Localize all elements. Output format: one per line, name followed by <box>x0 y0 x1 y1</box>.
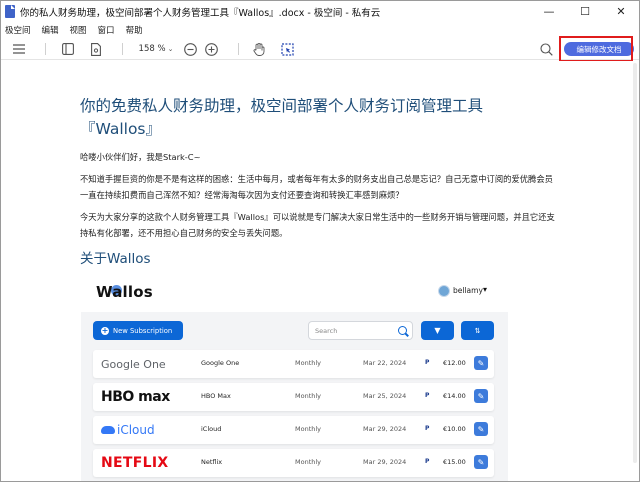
wallos-header: Wallos bellamy ▾ <box>81 274 508 312</box>
subscription-name: Google One <box>201 359 240 367</box>
wallos-search-box: Search <box>308 321 413 340</box>
brand-logo-google-one: Google One <box>101 355 181 373</box>
sidebar-icon[interactable] <box>59 40 77 58</box>
menu-item-help[interactable]: 帮助 <box>126 24 143 36</box>
caret-down-icon: ▾ <box>483 285 488 294</box>
paypal-icon: P <box>425 458 430 465</box>
wallos-logo: Wallos <box>96 283 153 301</box>
subscription-date: Mar 29, 2024 <box>363 425 407 433</box>
chevron-down-icon: ⌄ <box>167 45 174 53</box>
zoom-in-icon[interactable] <box>203 40 219 58</box>
filter-button: ▼ <box>421 321 454 340</box>
brand-text: HBO max <box>101 389 170 405</box>
subscription-date: Mar 22, 2024 <box>363 359 407 367</box>
minimize-button[interactable]: — <box>531 1 567 22</box>
zoom-level: 158 % <box>138 44 166 54</box>
toolbar-divider <box>45 43 46 55</box>
cloud-icon <box>101 426 115 434</box>
paypal-icon: P <box>425 392 430 399</box>
edit-icon: ✎ <box>474 356 488 370</box>
brand-logo-netflix: NETFLIX <box>101 454 181 472</box>
greeting-paragraph: 哈喽小伙伴们好，我是Stark-C~ <box>80 152 201 162</box>
brand-text: NETFLIX <box>101 455 169 471</box>
document-app-icon <box>5 5 15 18</box>
search-placeholder: Search <box>315 326 338 335</box>
edit-icon: ✎ <box>474 389 488 403</box>
menu-item-view[interactable]: 视图 <box>70 24 87 36</box>
search-icon <box>398 326 407 335</box>
filter-icon: ▼ <box>434 326 441 335</box>
subscription-date: Mar 25, 2024 <box>363 392 407 400</box>
subscription-name: HBO Max <box>201 392 231 400</box>
subscription-row: HBO max HBO Max Monthly Mar 25, 2024 P €… <box>93 383 494 411</box>
subscription-date: Mar 29, 2024 <box>363 458 407 466</box>
zoom-select[interactable]: 158 % ⌄ <box>137 40 175 58</box>
select-icon[interactable] <box>279 40 295 58</box>
subscription-price: €15.00 <box>443 458 466 466</box>
plus-icon: + <box>101 325 109 335</box>
avatar <box>438 285 450 297</box>
scrollbar[interactable] <box>633 63 637 463</box>
title-bar: 你的私人财务助理，极空间部署个人财务管理工具『Wallos』.docx - 极空… <box>1 1 639 22</box>
subscription-price: €10.00 <box>443 425 466 433</box>
window-title: 你的私人财务助理，极空间部署个人财务管理工具『Wallos』.docx - 极空… <box>20 7 381 19</box>
zoom-out-icon[interactable] <box>182 40 198 58</box>
menu-bar: 极空间 编辑 视图 窗口 帮助 <box>1 22 639 38</box>
description-paragraph: 今天为大家分享的这款个人财务管理工具『Wallos』可以说就是专门解决大家日常生… <box>80 212 555 238</box>
highlight-box-annotation <box>559 36 633 62</box>
intro-paragraph: 不知道手握巨资的你是不是有这样的困惑：生活中每月，或者每年有太多的财务支出自己总… <box>80 174 553 200</box>
edit-icon: ✎ <box>474 422 488 436</box>
subscription-price: €12.00 <box>443 359 466 367</box>
subscription-row: Google One Google One Monthly Mar 22, 20… <box>93 350 494 378</box>
section-heading: 关于Wallos <box>80 251 151 267</box>
toolbar-divider <box>122 43 123 55</box>
brand-logo-hbo-max: HBO max <box>101 388 181 406</box>
subscription-cycle: Monthly <box>295 425 322 433</box>
subscription-name: iCloud <box>201 425 222 433</box>
toolbar: 158 % ⌄ 编辑修改文档 <box>1 38 639 60</box>
document-icon[interactable] <box>87 40 105 58</box>
new-subscription-button: + New Subscription <box>93 321 183 340</box>
app-window: 你的私人财务助理，极空间部署个人财务管理工具『Wallos』.docx - 极空… <box>0 0 640 482</box>
subscription-name: Netflix <box>201 458 223 466</box>
toolbar-divider <box>238 43 239 55</box>
window-controls: — ☐ ✕ <box>531 1 639 22</box>
new-subscription-label: New Subscription <box>113 326 173 335</box>
edit-icon: ✎ <box>474 455 488 469</box>
maximize-button[interactable]: ☐ <box>567 1 603 22</box>
subscription-cycle: Monthly <box>295 392 322 400</box>
subscription-price: €14.00 <box>443 392 466 400</box>
hand-icon[interactable] <box>251 40 267 58</box>
search-icon[interactable] <box>538 40 554 58</box>
sort-icon: ⇅ <box>474 326 481 335</box>
wallos-username: bellamy <box>453 286 483 295</box>
close-button[interactable]: ✕ <box>603 1 639 22</box>
subscription-row: NETFLIX Netflix Monthly Mar 29, 2024 P €… <box>93 449 494 477</box>
subscription-row: iCloud iCloud Monthly Mar 29, 2024 P €10… <box>93 416 494 444</box>
menu-item-edit[interactable]: 编辑 <box>42 24 59 36</box>
wallos-screenshot: Wallos bellamy ▾ + New Subscription Sear… <box>81 274 508 481</box>
paypal-icon: P <box>425 425 430 432</box>
subscription-cycle: Monthly <box>295 458 322 466</box>
menu-item-jikongjian[interactable]: 极空间 <box>5 24 31 36</box>
menu-item-window[interactable]: 窗口 <box>98 24 115 36</box>
subscription-cycle: Monthly <box>295 359 322 367</box>
brand-text: iCloud <box>117 423 155 437</box>
paypal-icon: P <box>425 359 430 366</box>
document-heading: 你的免费私人财务助理，极空间部署个人财务订阅管理工具『Wallos』 <box>80 97 484 138</box>
menu-icon[interactable] <box>10 40 28 58</box>
brand-logo-icloud: iCloud <box>101 421 181 439</box>
brand-text: Google One <box>101 357 166 371</box>
sort-button: ⇅ <box>461 321 494 340</box>
